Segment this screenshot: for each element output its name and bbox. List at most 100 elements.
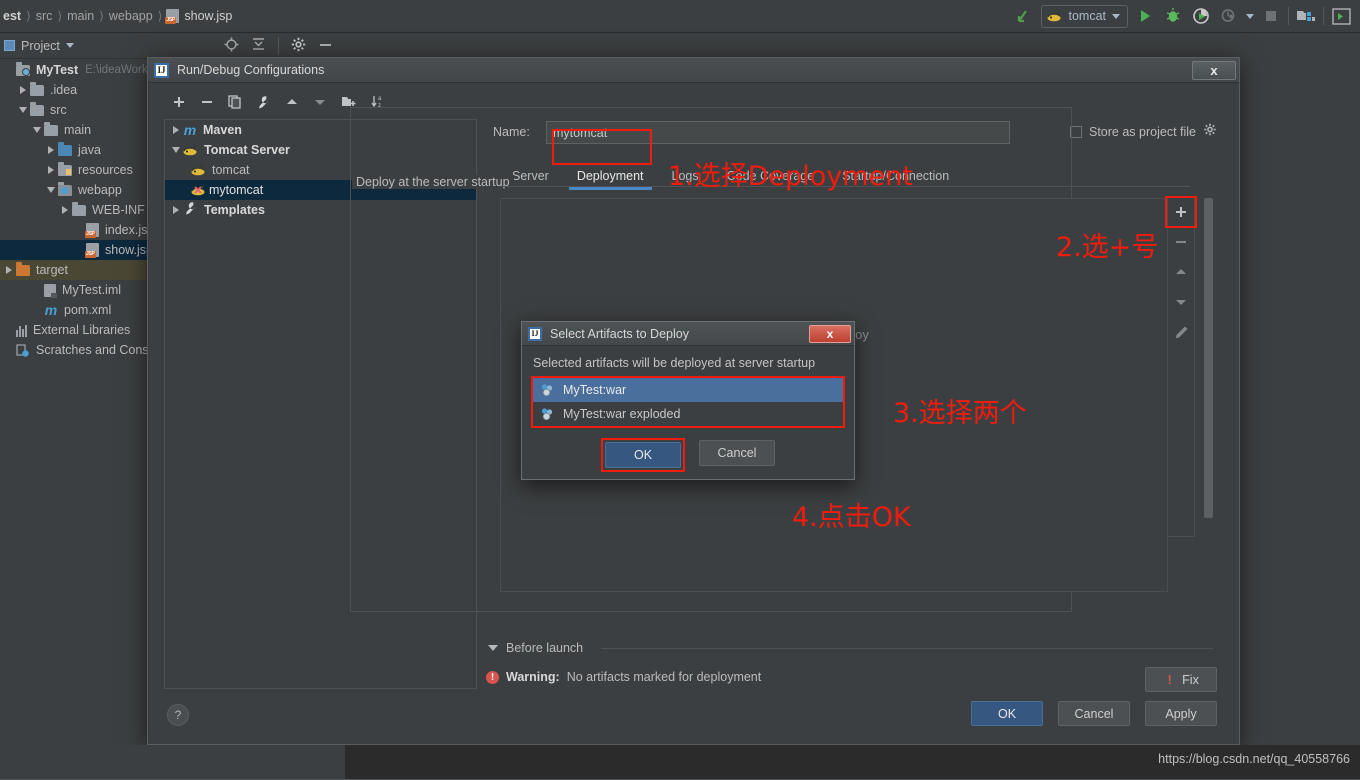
remove-icon[interactable] — [200, 95, 214, 114]
tree-item-label: show.jsp — [105, 243, 153, 257]
breadcrumb-item-file[interactable]: show.jsp — [162, 9, 233, 24]
profiler-icon[interactable] — [1218, 5, 1240, 27]
run-configuration-selector[interactable]: tomcat — [1041, 4, 1128, 28]
toolbar-divider — [1288, 7, 1289, 25]
ok-button[interactable]: OK — [971, 701, 1043, 726]
warning-text: No artifacts marked for deployment — [566, 670, 762, 684]
twisty[interactable] — [44, 166, 58, 174]
edit-templates-icon[interactable] — [256, 95, 271, 113]
run-icon[interactable] — [1134, 5, 1156, 27]
apply-button[interactable]: Apply — [1145, 701, 1217, 726]
folder-icon — [30, 81, 44, 96]
deployment-scrollbar-thumb[interactable] — [1204, 198, 1213, 518]
add-icon[interactable] — [172, 95, 186, 114]
ide-top-toolbar: est ⟩ src ⟩ main ⟩ webapp ⟩ show.jsp tom… — [0, 0, 1360, 33]
tree-item-label: MyTest.iml — [62, 283, 122, 297]
inner-ok-button[interactable]: OK — [605, 442, 681, 468]
twisty[interactable] — [169, 206, 183, 214]
project-panel-actions — [224, 36, 345, 55]
build-icon[interactable] — [1013, 5, 1035, 27]
twisty[interactable] — [16, 86, 30, 94]
twisty[interactable] — [44, 187, 58, 193]
project-structure-icon[interactable] — [1295, 5, 1317, 27]
source-folder-icon — [58, 141, 72, 156]
folder-icon — [72, 201, 86, 216]
open-preview-icon[interactable] — [1330, 5, 1352, 27]
debug-icon[interactable] — [1162, 5, 1184, 27]
warning-message: ! Warning: No artifacts marked for deplo… — [486, 670, 761, 684]
stop-icon[interactable] — [1260, 5, 1282, 27]
dialog-titlebar: IJ Run/Debug Configurations x — [148, 58, 1239, 83]
breadcrumb: est ⟩ src ⟩ main ⟩ webapp ⟩ show.jsp — [0, 9, 233, 24]
cancel-button[interactable]: Cancel — [1058, 701, 1130, 726]
gear-icon[interactable] — [1203, 123, 1217, 140]
artifacts-selection-list[interactable]: MyTest:war MyTest:war exploded — [531, 376, 845, 428]
close-icon[interactable]: x — [809, 324, 851, 343]
tree-item-label: target — [36, 263, 68, 277]
artifact-item-mytest-war[interactable]: MyTest:war — [533, 378, 843, 402]
move-down-icon[interactable] — [1169, 292, 1193, 312]
artifact-item-mytest-war-exploded[interactable]: MyTest:war exploded — [533, 402, 843, 426]
help-button[interactable]: ? — [167, 704, 189, 726]
move-up-icon[interactable] — [285, 95, 299, 114]
run-with-coverage-icon[interactable] — [1190, 5, 1212, 27]
tree-item-label: .idea — [50, 83, 78, 97]
jsp-file-icon — [85, 243, 99, 258]
annotation-step-2: 2.选+号 — [1056, 232, 1159, 263]
twisty[interactable] — [169, 126, 183, 134]
twisty[interactable] — [58, 206, 72, 214]
inner-dialog-body: Selected artifacts will be deployed at s… — [522, 346, 854, 480]
breadcrumb-item-project[interactable]: est — [0, 9, 26, 23]
tree-item-label: External Libraries — [33, 323, 131, 337]
chevron-down-icon — [1112, 13, 1120, 19]
twisty[interactable] — [16, 107, 30, 113]
section-divider — [601, 648, 1213, 649]
chevron-down-icon[interactable] — [65, 43, 74, 48]
config-item-label: mytomcat — [209, 183, 264, 197]
profiler-chevron-down-icon[interactable] — [1246, 13, 1254, 19]
twisty[interactable] — [30, 127, 44, 133]
minimize-icon[interactable] — [318, 37, 333, 55]
collapse-all-icon[interactable] — [251, 37, 266, 55]
tree-item-label: resources — [78, 163, 133, 177]
twisty[interactable] — [169, 147, 183, 153]
move-up-icon[interactable] — [1169, 262, 1193, 282]
edit-artifact-icon[interactable] — [1169, 322, 1193, 342]
fix-button[interactable]: ! Fix — [1145, 667, 1217, 692]
inner-cancel-button[interactable]: Cancel — [699, 440, 775, 466]
breadcrumb-file-label: show.jsp — [184, 9, 233, 23]
move-down-icon[interactable] — [313, 95, 327, 114]
run-toolbar: tomcat — [1013, 0, 1360, 33]
gear-icon[interactable] — [291, 37, 306, 55]
ide-window: est ⟩ src ⟩ main ⟩ webapp ⟩ show.jsp tom… — [0, 0, 1360, 780]
breadcrumb-item-main[interactable]: main — [62, 9, 99, 23]
twisty[interactable] — [2, 266, 16, 274]
tree-item-label: pom.xml — [64, 303, 112, 317]
intellij-logo-icon: IJ — [528, 326, 542, 341]
inner-dialog-buttons: OK Cancel — [522, 438, 854, 472]
tree-item-label: src — [50, 103, 67, 117]
run-configuration-label: tomcat — [1068, 9, 1106, 23]
folder-icon — [44, 121, 58, 136]
breadcrumb-item-webapp[interactable]: webapp — [104, 9, 158, 23]
toolbar-divider — [1323, 7, 1324, 25]
chevron-down-icon[interactable] — [488, 645, 498, 651]
locate-icon[interactable] — [224, 37, 239, 55]
jsp-file-icon — [85, 223, 99, 238]
folder-icon — [30, 101, 44, 116]
close-icon[interactable]: x — [1192, 60, 1236, 80]
before-launch-section[interactable]: Before launch — [488, 641, 583, 655]
maven-file-icon: m — [44, 302, 58, 318]
remove-artifact-icon[interactable] — [1169, 232, 1193, 252]
breadcrumb-item-src[interactable]: src — [31, 9, 58, 23]
annotation-step-4: 4.点击OK — [792, 502, 911, 533]
twisty[interactable] — [44, 146, 58, 154]
libraries-icon — [16, 324, 27, 337]
warning-icon: ! — [486, 670, 499, 684]
artifact-icon — [540, 407, 555, 421]
project-tool-window-button[interactable]: Project — [0, 39, 74, 53]
store-as-project-file-row[interactable]: Store as project file — [1070, 123, 1217, 140]
tomcat-error-icon — [191, 184, 206, 197]
copy-icon[interactable] — [228, 94, 242, 114]
dialog-title: Run/Debug Configurations — [177, 63, 325, 77]
